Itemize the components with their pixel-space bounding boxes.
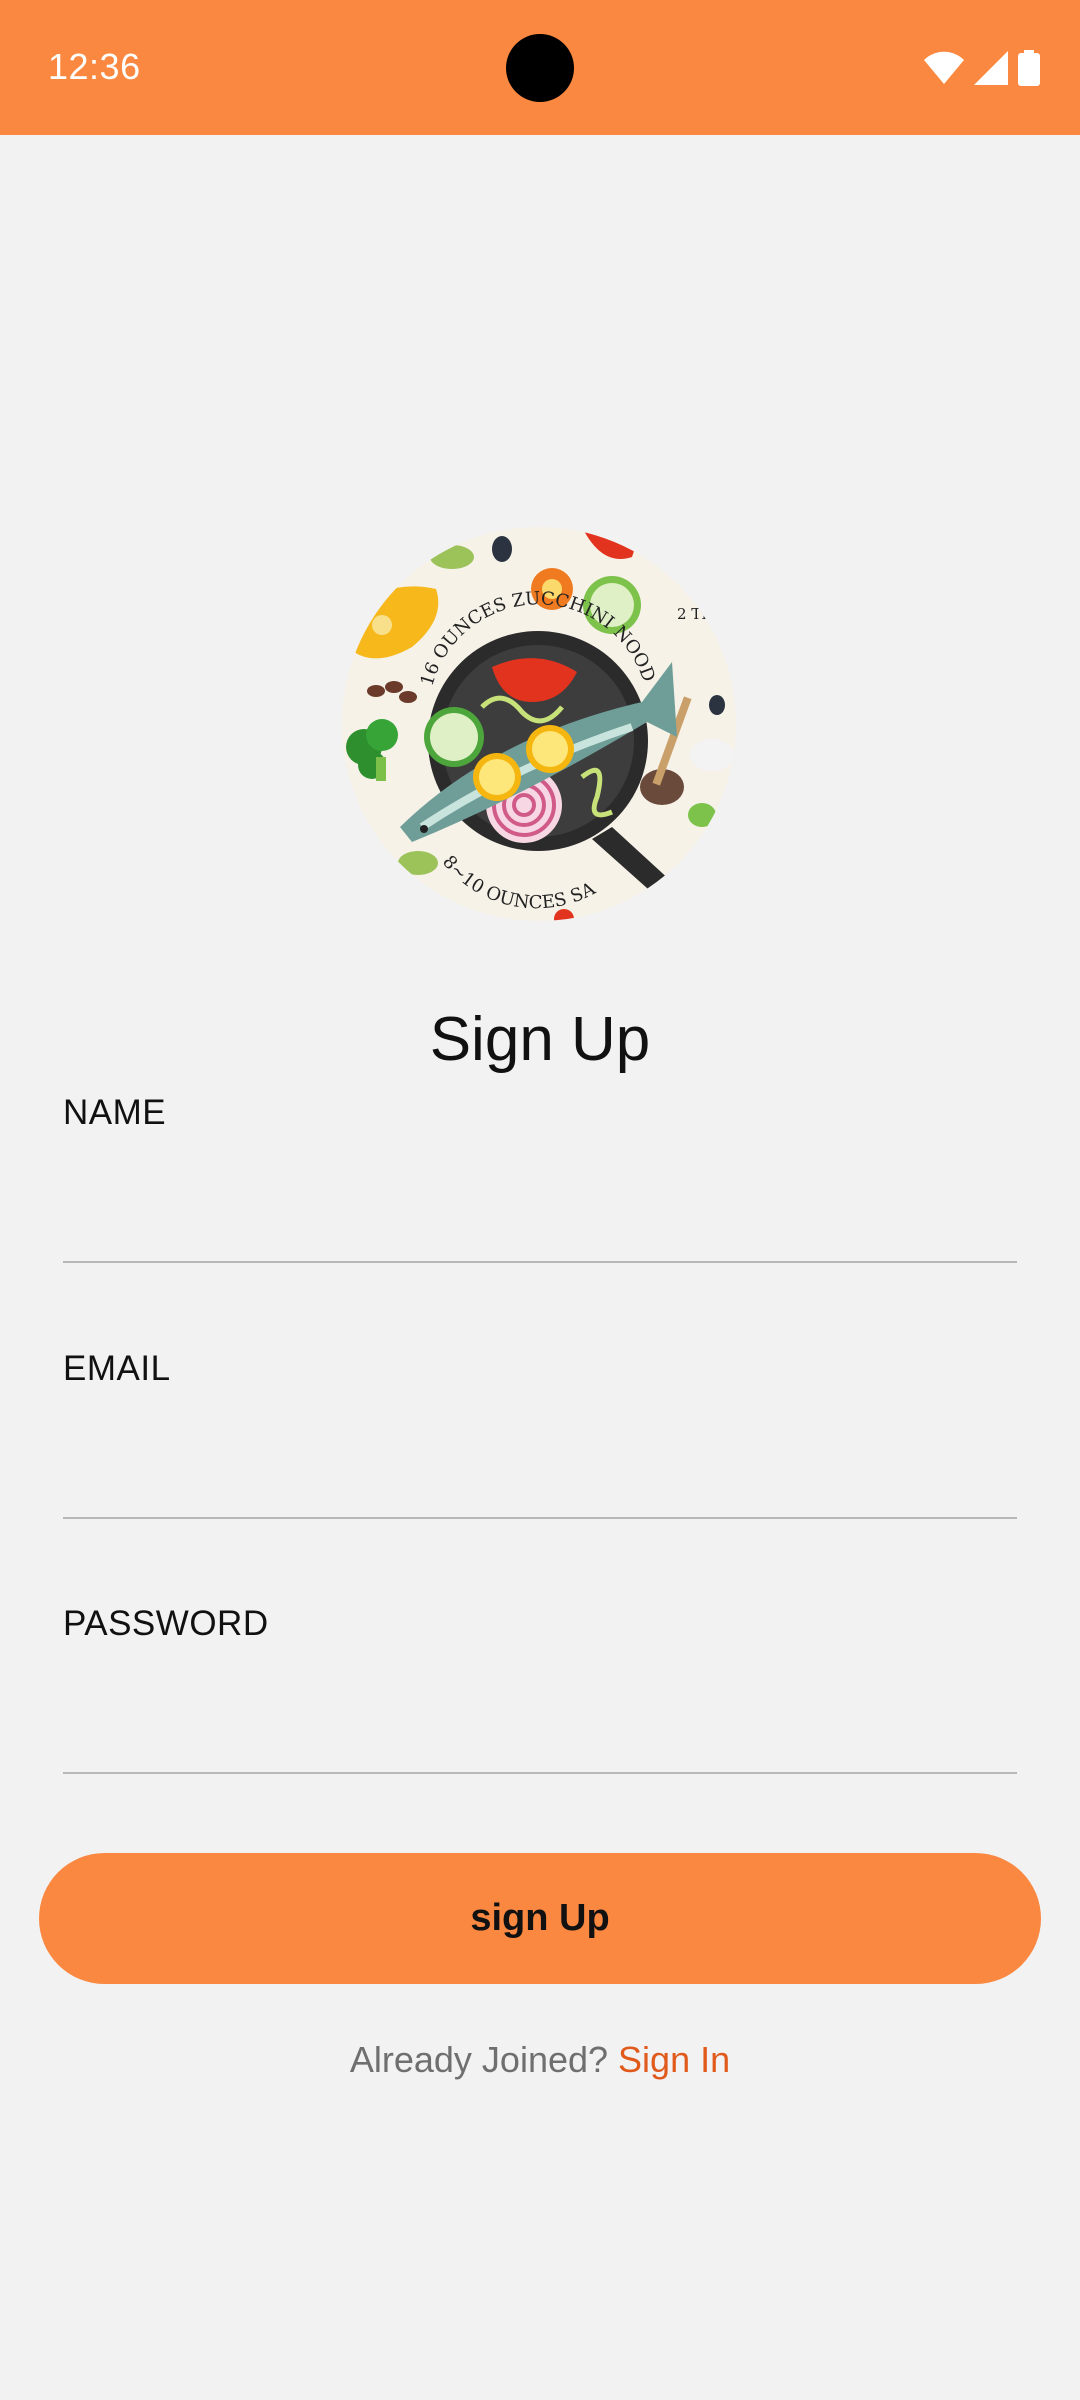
email-label: EMAIL — [63, 1349, 171, 1388]
signin-link[interactable]: Sign In — [618, 2039, 730, 2080]
status-bar: 12:36 — [0, 0, 1080, 135]
password-label: PASSWORD — [63, 1604, 269, 1643]
food-illustration: 16 OUNCES ZUCCHINI NOODLES 8~10 OUNCES S… — [342, 527, 736, 921]
page-title: Sign Up — [429, 1005, 651, 1074]
wifi-icon — [924, 51, 964, 85]
status-icons — [924, 48, 1040, 88]
signup-button[interactable]: sign Up — [39, 1853, 1041, 1984]
name-label: NAME — [63, 1093, 167, 1132]
password-input[interactable] — [63, 1694, 1017, 1774]
status-time: 12:36 — [48, 46, 141, 87]
signin-row: Already Joined? Sign In — [0, 2039, 1080, 2081]
hero-caption-right: 2 TEA LEMON — [677, 605, 736, 623]
email-input[interactable] — [63, 1439, 1017, 1519]
name-input[interactable] — [63, 1183, 1017, 1263]
battery-icon — [1018, 50, 1040, 86]
cellular-signal-icon — [974, 51, 1008, 85]
signin-prompt: Already Joined? — [349, 2039, 609, 2080]
camera-cutout — [506, 34, 574, 102]
